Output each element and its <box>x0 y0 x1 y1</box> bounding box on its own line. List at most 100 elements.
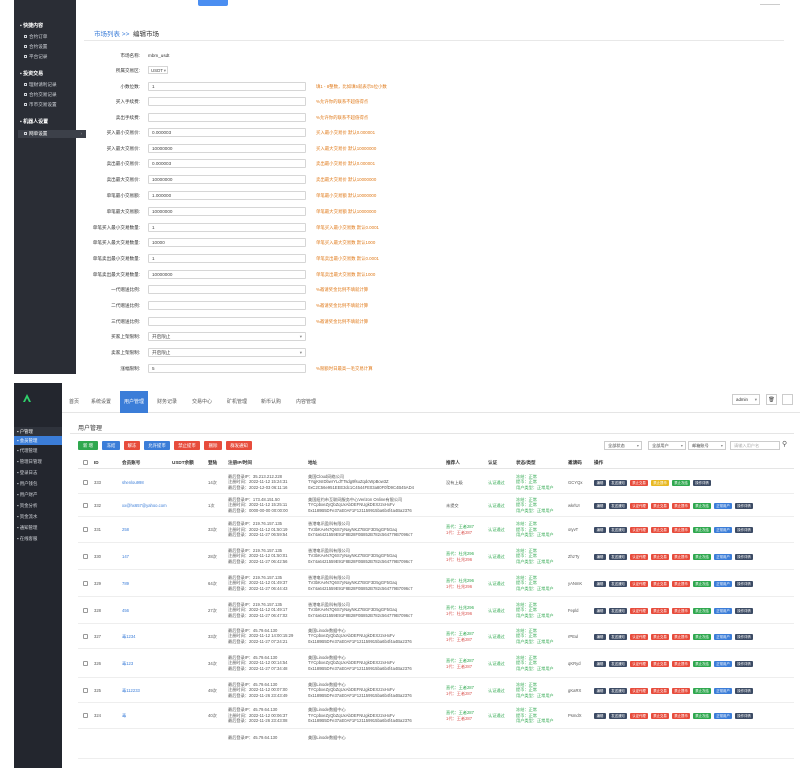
sidebar-item[interactable]: ▪ 用户钱包 <box>14 479 62 488</box>
row-action-button[interactable]: 禁止冻结 <box>693 660 711 667</box>
toolbar-button[interactable]: 群发通知 <box>226 441 252 450</box>
account-link[interactable]: 毒112233 <box>122 688 140 694</box>
referrer[interactable]: 直代：杜兆296 <box>446 551 474 557</box>
sidebar-item[interactable]: ▪ 在线客服 <box>14 534 62 543</box>
row-action-button[interactable]: 正常用户 <box>714 660 732 667</box>
search-input[interactable]: 请输入用户名 <box>730 441 780 450</box>
row-checkbox[interactable] <box>83 479 88 485</box>
row-action-button[interactable]: 编辑 <box>594 660 606 667</box>
tab[interactable]: 内容管理 <box>290 391 322 413</box>
row-action-button[interactable]: 禁止冻结 <box>693 580 711 587</box>
row-action-button[interactable]: 正常用户 <box>714 607 732 614</box>
row-checkbox[interactable] <box>83 502 88 508</box>
row-action-button[interactable]: 禁止提币 <box>672 633 690 640</box>
row-action-button[interactable]: 认证代理 <box>630 580 648 587</box>
select-all-checkbox[interactable] <box>83 460 88 465</box>
trade-zone-select[interactable]: USDT ▾ <box>148 66 168 74</box>
row-action-button[interactable]: 发送通知 <box>609 553 627 560</box>
more-button[interactable] <box>782 394 793 405</box>
row-action-button[interactable]: 发送通知 <box>609 502 627 509</box>
form-input[interactable]: 5 <box>148 364 306 373</box>
tab[interactable]: 新币认购 <box>256 391 286 413</box>
row-action-button[interactable]: 发送通知 <box>609 660 627 667</box>
row-action-button[interactable]: 禁止交易 <box>651 553 669 560</box>
row-action-button[interactable]: 认证代理 <box>630 633 648 640</box>
row-action-button[interactable]: 禁止提币 <box>672 580 690 587</box>
row-action-button[interactable]: 认证代理 <box>630 553 648 560</box>
row-action-button[interactable]: 编辑 <box>594 502 606 509</box>
limit-select[interactable]: 开启限止 ▾ <box>148 348 306 357</box>
referrer[interactable]: 直代：王者287 <box>446 658 474 664</box>
form-input[interactable] <box>148 113 306 122</box>
breadcrumb-parent[interactable]: 市场列表 >> <box>94 31 129 38</box>
row-checkbox[interactable] <box>83 713 88 718</box>
trash-icon[interactable]: 🗑 <box>766 394 777 405</box>
row-action-button[interactable]: 正常用户 <box>714 580 732 587</box>
form-input[interactable]: 0.000003 <box>148 128 306 137</box>
account-link[interactable]: shenlou998 <box>122 480 144 486</box>
account-link[interactable]: 毒123 <box>122 661 133 667</box>
row-action-button[interactable]: 发送通知 <box>609 687 627 694</box>
form-input[interactable]: 10000000 <box>148 144 306 153</box>
row-action-button[interactable]: 操作详情 <box>735 607 753 614</box>
row-action-button[interactable]: 禁止冻结 <box>693 502 711 509</box>
row-action-button[interactable]: 编辑 <box>594 553 606 560</box>
referrer[interactable]: 直代：王者287 <box>446 631 474 637</box>
account-link[interactable]: 147 <box>122 554 129 560</box>
form-input[interactable]: 1 <box>148 254 306 263</box>
row-action-button[interactable]: 禁止冻结 <box>693 553 711 560</box>
filter-select[interactable]: 全部状态 ▾ <box>604 441 642 450</box>
tab[interactable]: 系统设置 <box>86 391 116 413</box>
row-action-button[interactable]: 发送通知 <box>609 607 627 614</box>
row-action-button[interactable]: 禁止提币 <box>672 713 690 719</box>
sidebar-item[interactable]: ▪ 登录日志 <box>14 468 62 477</box>
referrer[interactable]: 直代：杜兆296 <box>446 605 474 611</box>
row-action-button[interactable]: 禁止冻结 <box>693 607 711 614</box>
row-action-button[interactable]: 操作详情 <box>735 553 753 560</box>
row-checkbox[interactable] <box>83 687 88 693</box>
sidebar-item[interactable]: ▪ 户管理 <box>14 427 62 436</box>
row-action-button[interactable]: 正常用户 <box>714 713 732 719</box>
row-action-button[interactable]: 禁止交易 <box>651 660 669 667</box>
row-action-button[interactable]: 编辑 <box>594 479 606 486</box>
tab[interactable]: 财务记录 <box>152 391 182 413</box>
row-checkbox[interactable] <box>83 607 88 613</box>
sidebar-item[interactable]: ▪ 会员管理 <box>14 436 62 445</box>
search-icon[interactable]: ⚲ <box>782 440 787 448</box>
row-action-button[interactable]: 禁止冻结 <box>693 713 711 719</box>
row-action-button[interactable]: 操作详情 <box>735 687 753 694</box>
row-action-button[interactable]: 编辑 <box>594 633 606 640</box>
row-action-button[interactable]: 正常用户 <box>714 502 732 509</box>
sidebar-item[interactable]: ▪ 用户财产 <box>14 490 62 499</box>
row-checkbox[interactable] <box>83 633 88 639</box>
row-action-button[interactable]: 禁止冻结 <box>693 527 711 533</box>
row-action-button[interactable]: 正常用户 <box>714 633 732 640</box>
row-action-button[interactable]: 操作详情 <box>735 580 753 587</box>
row-action-button[interactable]: 正常用户 <box>714 553 732 560</box>
tab[interactable]: 矿机管理 <box>222 391 252 413</box>
row-action-button[interactable]: 编辑 <box>594 687 606 694</box>
toolbar-button[interactable]: 删除 <box>204 441 222 450</box>
sidebar-item[interactable]: ▪ 资金流水 <box>14 512 62 521</box>
row-action-button[interactable]: 禁止交易 <box>630 479 648 486</box>
account-link[interactable]: 毒1234 <box>122 634 136 640</box>
filter-select[interactable]: 邮箱账号 ▾ <box>688 441 726 450</box>
referrer[interactable]: 直代：王者287 <box>446 710 474 716</box>
account-link[interactable]: 毒 <box>122 713 126 719</box>
row-action-button[interactable]: 编辑 <box>594 527 606 533</box>
row-action-button[interactable]: 禁止提币 <box>672 502 690 509</box>
row-action-button[interactable]: 禁止提币 <box>672 553 690 560</box>
row-action-button[interactable]: 禁止提币 <box>651 479 669 486</box>
form-input[interactable]: 0.000003 <box>148 159 306 168</box>
row-action-button[interactable]: 禁止交易 <box>651 527 669 533</box>
row-action-button[interactable]: 发送通知 <box>609 633 627 640</box>
sidebar-item[interactable]: ▪ 代理管理 <box>14 446 62 455</box>
row-action-button[interactable]: 禁止提币 <box>672 527 690 533</box>
referrer[interactable]: 直代：王者287 <box>446 524 474 530</box>
row-action-button[interactable]: 禁止交易 <box>651 633 669 640</box>
row-action-button[interactable]: 发送通知 <box>609 580 627 587</box>
row-action-button[interactable]: 禁止冻结 <box>693 687 711 694</box>
sidebar-item[interactable]: ▪ 通知管理 <box>14 523 62 532</box>
row-checkbox[interactable] <box>83 527 88 532</box>
row-checkbox[interactable] <box>83 553 88 559</box>
